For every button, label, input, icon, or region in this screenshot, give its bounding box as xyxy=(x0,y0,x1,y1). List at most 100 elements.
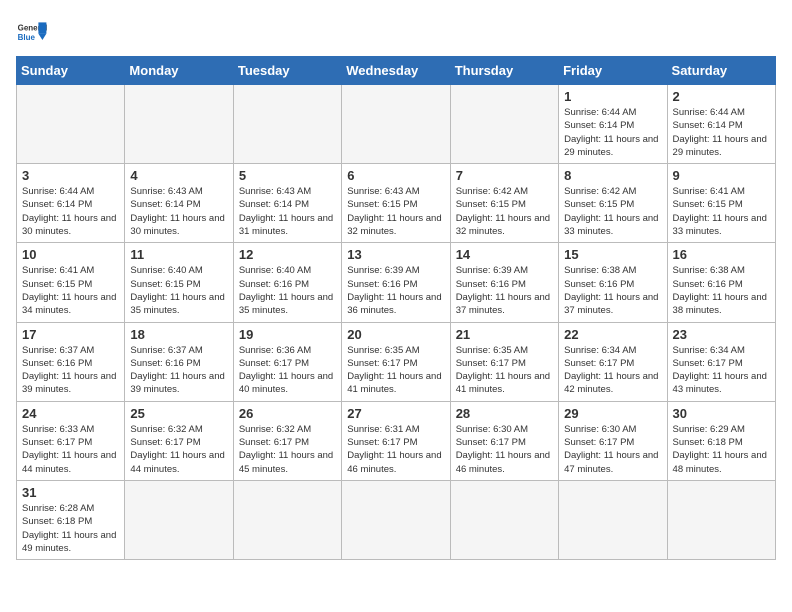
calendar-cell xyxy=(233,480,341,559)
logo: General Blue xyxy=(16,16,48,48)
day-info: Sunrise: 6:43 AM Sunset: 6:15 PM Dayligh… xyxy=(347,185,444,238)
day-number: 21 xyxy=(456,327,553,342)
weekday-header-friday: Friday xyxy=(559,57,667,85)
calendar-cell: 22 Sunrise: 6:34 AM Sunset: 6:17 PM Dayli… xyxy=(559,322,667,401)
day-info: Sunrise: 6:37 AM Sunset: 6:16 PM Dayligh… xyxy=(130,344,227,397)
calendar-cell: 17Sunrise: 6:37 AM Sunset: 6:16 PM Dayli… xyxy=(17,322,125,401)
day-number: 15 xyxy=(564,247,661,262)
day-number: 31 xyxy=(22,485,119,500)
calendar-cell xyxy=(450,480,558,559)
day-number: 11 xyxy=(130,247,227,262)
calendar-cell xyxy=(559,480,667,559)
day-info: Sunrise: 6:32 AM Sunset: 6:17 PM Dayligh… xyxy=(239,423,336,476)
day-number: 10 xyxy=(22,247,119,262)
calendar-cell xyxy=(17,85,125,164)
day-number: 23 xyxy=(673,327,770,342)
day-info: Sunrise: 6:39 AM Sunset: 6:16 PM Dayligh… xyxy=(456,264,553,317)
day-info: Sunrise: 6:36 AM Sunset: 6:17 PM Dayligh… xyxy=(239,344,336,397)
day-number: 24 xyxy=(22,406,119,421)
day-number: 17 xyxy=(22,327,119,342)
day-info: Sunrise: 6:30 AM Sunset: 6:17 PM Dayligh… xyxy=(564,423,661,476)
weekday-header-saturday: Saturday xyxy=(667,57,775,85)
day-info: Sunrise: 6:44 AM Sunset: 6:14 PM Dayligh… xyxy=(22,185,119,238)
calendar-cell: 18 Sunrise: 6:37 AM Sunset: 6:16 PM Dayli… xyxy=(125,322,233,401)
calendar-header: SundayMondayTuesdayWednesdayThursdayFrid… xyxy=(17,57,776,85)
day-number: 22 xyxy=(564,327,661,342)
calendar-cell: 31 Sunrise: 6:28 AM Sunset: 6:18 PM Dayli… xyxy=(17,480,125,559)
calendar-week-2: 3Sunrise: 6:44 AM Sunset: 6:14 PM Daylig… xyxy=(17,164,776,243)
day-number: 25 xyxy=(130,406,227,421)
weekday-header-monday: Monday xyxy=(125,57,233,85)
day-info: Sunrise: 6:34 AM Sunset: 6:17 PM Dayligh… xyxy=(673,344,770,397)
calendar-cell: 21 Sunrise: 6:35 AM Sunset: 6:17 PM Dayli… xyxy=(450,322,558,401)
day-number: 28 xyxy=(456,406,553,421)
day-number: 20 xyxy=(347,327,444,342)
weekday-header-tuesday: Tuesday xyxy=(233,57,341,85)
weekday-header-wednesday: Wednesday xyxy=(342,57,450,85)
calendar-cell: 8Sunrise: 6:42 AM Sunset: 6:15 PM Daylig… xyxy=(559,164,667,243)
day-info: Sunrise: 6:31 AM Sunset: 6:17 PM Dayligh… xyxy=(347,423,444,476)
calendar-cell: 3Sunrise: 6:44 AM Sunset: 6:14 PM Daylig… xyxy=(17,164,125,243)
day-number: 29 xyxy=(564,406,661,421)
day-info: Sunrise: 6:34 AM Sunset: 6:17 PM Dayligh… xyxy=(564,344,661,397)
day-info: Sunrise: 6:39 AM Sunset: 6:16 PM Dayligh… xyxy=(347,264,444,317)
calendar-week-3: 10 Sunrise: 6:41 AM Sunset: 6:15 PM Dayli… xyxy=(17,243,776,322)
day-number: 1 xyxy=(564,89,661,104)
calendar-cell xyxy=(125,480,233,559)
calendar-cell xyxy=(342,85,450,164)
day-number: 7 xyxy=(456,168,553,183)
day-info: Sunrise: 6:41 AM Sunset: 6:15 PM Dayligh… xyxy=(673,185,770,238)
calendar-cell: 13 Sunrise: 6:39 AM Sunset: 6:16 PM Dayli… xyxy=(342,243,450,322)
day-number: 26 xyxy=(239,406,336,421)
day-info: Sunrise: 6:32 AM Sunset: 6:17 PM Dayligh… xyxy=(130,423,227,476)
day-info: Sunrise: 6:40 AM Sunset: 6:15 PM Dayligh… xyxy=(130,264,227,317)
general-blue-logo-icon: General Blue xyxy=(16,16,48,48)
day-info: Sunrise: 6:42 AM Sunset: 6:15 PM Dayligh… xyxy=(564,185,661,238)
day-number: 30 xyxy=(673,406,770,421)
calendar-week-6: 31 Sunrise: 6:28 AM Sunset: 6:18 PM Dayli… xyxy=(17,480,776,559)
svg-text:Blue: Blue xyxy=(18,33,36,42)
calendar-week-1: 1 Sunrise: 6:44 AM Sunset: 6:14 PM Daylig… xyxy=(17,85,776,164)
calendar-cell: 11 Sunrise: 6:40 AM Sunset: 6:15 PM Dayli… xyxy=(125,243,233,322)
calendar-cell: 16Sunrise: 6:38 AM Sunset: 6:16 PM Dayli… xyxy=(667,243,775,322)
calendar-body: 1 Sunrise: 6:44 AM Sunset: 6:14 PM Daylig… xyxy=(17,85,776,560)
day-info: Sunrise: 6:44 AM Sunset: 6:14 PM Dayligh… xyxy=(564,106,661,159)
calendar-cell: 14 Sunrise: 6:39 AM Sunset: 6:16 PM Dayli… xyxy=(450,243,558,322)
day-number: 19 xyxy=(239,327,336,342)
day-info: Sunrise: 6:41 AM Sunset: 6:15 PM Dayligh… xyxy=(22,264,119,317)
calendar-week-5: 24Sunrise: 6:33 AM Sunset: 6:17 PM Dayli… xyxy=(17,401,776,480)
day-number: 5 xyxy=(239,168,336,183)
header: General Blue xyxy=(16,16,776,48)
day-info: Sunrise: 6:38 AM Sunset: 6:16 PM Dayligh… xyxy=(673,264,770,317)
calendar-cell: 30 Sunrise: 6:29 AM Sunset: 6:18 PM Dayli… xyxy=(667,401,775,480)
day-info: Sunrise: 6:28 AM Sunset: 6:18 PM Dayligh… xyxy=(22,502,119,555)
day-number: 2 xyxy=(673,89,770,104)
day-number: 13 xyxy=(347,247,444,262)
calendar-cell: 15Sunrise: 6:38 AM Sunset: 6:16 PM Dayli… xyxy=(559,243,667,322)
day-number: 14 xyxy=(456,247,553,262)
day-number: 6 xyxy=(347,168,444,183)
day-info: Sunrise: 6:30 AM Sunset: 6:17 PM Dayligh… xyxy=(456,423,553,476)
calendar-cell: 19 Sunrise: 6:36 AM Sunset: 6:17 PM Dayli… xyxy=(233,322,341,401)
day-number: 18 xyxy=(130,327,227,342)
calendar-cell xyxy=(233,85,341,164)
day-info: Sunrise: 6:43 AM Sunset: 6:14 PM Dayligh… xyxy=(239,185,336,238)
calendar-cell: 20 Sunrise: 6:35 AM Sunset: 6:17 PM Dayli… xyxy=(342,322,450,401)
calendar-cell: 10 Sunrise: 6:41 AM Sunset: 6:15 PM Dayli… xyxy=(17,243,125,322)
day-number: 12 xyxy=(239,247,336,262)
calendar-cell: 5 Sunrise: 6:43 AM Sunset: 6:14 PM Daylig… xyxy=(233,164,341,243)
calendar-cell: 9Sunrise: 6:41 AM Sunset: 6:15 PM Daylig… xyxy=(667,164,775,243)
calendar-cell xyxy=(125,85,233,164)
day-info: Sunrise: 6:35 AM Sunset: 6:17 PM Dayligh… xyxy=(456,344,553,397)
calendar-cell: 26 Sunrise: 6:32 AM Sunset: 6:17 PM Dayli… xyxy=(233,401,341,480)
day-info: Sunrise: 6:29 AM Sunset: 6:18 PM Dayligh… xyxy=(673,423,770,476)
calendar-cell: 7 Sunrise: 6:42 AM Sunset: 6:15 PM Daylig… xyxy=(450,164,558,243)
day-info: Sunrise: 6:42 AM Sunset: 6:15 PM Dayligh… xyxy=(456,185,553,238)
weekday-header-thursday: Thursday xyxy=(450,57,558,85)
calendar-cell: 2Sunrise: 6:44 AM Sunset: 6:14 PM Daylig… xyxy=(667,85,775,164)
day-info: Sunrise: 6:40 AM Sunset: 6:16 PM Dayligh… xyxy=(239,264,336,317)
day-number: 27 xyxy=(347,406,444,421)
calendar-cell: 23 Sunrise: 6:34 AM Sunset: 6:17 PM Dayli… xyxy=(667,322,775,401)
day-info: Sunrise: 6:35 AM Sunset: 6:17 PM Dayligh… xyxy=(347,344,444,397)
calendar-cell: 1 Sunrise: 6:44 AM Sunset: 6:14 PM Daylig… xyxy=(559,85,667,164)
